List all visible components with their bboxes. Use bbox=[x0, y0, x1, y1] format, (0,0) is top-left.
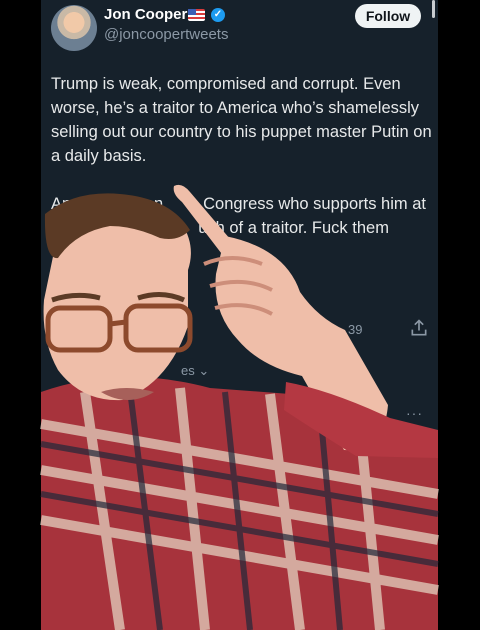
tweet-body: Trump is weak, compromised and corrupt. … bbox=[51, 72, 436, 240]
author-name[interactable]: Jon Cooper bbox=[104, 6, 187, 23]
share-icon[interactable] bbox=[409, 318, 429, 338]
scrollbar[interactable] bbox=[432, 0, 435, 18]
follow-button[interactable]: Follow bbox=[355, 4, 421, 28]
chevron-down-icon: ⌄ bbox=[198, 363, 210, 378]
tweet-paragraph-1: Trump is weak, compromised and corrupt. … bbox=[51, 75, 432, 165]
tweet-fragment-2: lican bbox=[129, 195, 164, 213]
reply-composer[interactable] bbox=[339, 560, 431, 586]
tweet-fragment-4: a bbox=[175, 219, 185, 237]
reply-handle[interactable]: @da bbox=[285, 408, 315, 424]
author-avatar[interactable] bbox=[51, 5, 97, 51]
app-screen: Jon Cooper ✓ @joncoopertweets Follow Tru… bbox=[41, 0, 438, 630]
verified-badge-icon: ✓ bbox=[211, 8, 225, 22]
messages-mail-icon[interactable] bbox=[393, 610, 417, 628]
tweet-fragment-5: uch of a traitor. Fuck them bbox=[198, 219, 389, 237]
notifications-badge: 1 bbox=[344, 604, 358, 618]
reply-more-icon[interactable]: ··· bbox=[406, 405, 423, 421]
author-handle[interactable]: @joncoopertweets bbox=[104, 26, 228, 43]
tweet-fragment-1: An bbox=[51, 195, 72, 213]
bottom-nav-divider bbox=[41, 600, 438, 601]
us-flag-icon bbox=[188, 9, 205, 21]
reply-text: opin bbox=[294, 528, 321, 544]
share-count: 39 bbox=[348, 322, 363, 337]
tweet-paragraph-2: An lican Congress who supports him at a uch… bbox=[51, 192, 436, 240]
more-replies-label: es bbox=[181, 363, 195, 378]
tweet-fragment-3: Congress who supports him at bbox=[203, 195, 426, 213]
more-replies-link[interactable]: es ⌄ bbox=[181, 363, 209, 379]
